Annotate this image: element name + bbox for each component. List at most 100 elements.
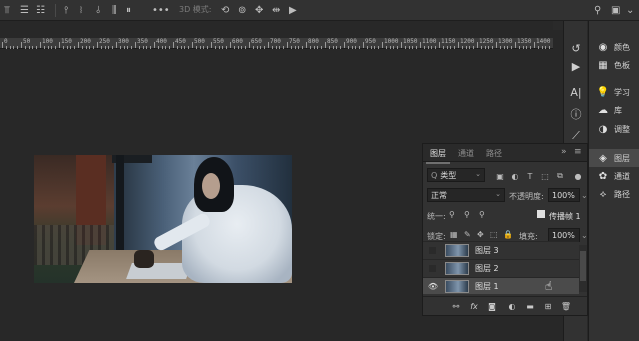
panel-adjustments[interactable]: ◑ 调整 — [589, 120, 639, 138]
distribute-left-icon[interactable]: ⫼ — [112, 3, 117, 17]
unify-visibility-icon[interactable]: ⚲ — [464, 210, 470, 219]
ruler-tick — [268, 42, 269, 48]
ruler-minor-tick — [370, 46, 372, 49]
chevron-down-icon[interactable]: ⌄ — [581, 231, 588, 240]
ruler-minor-tick — [484, 46, 486, 49]
glyphs-icon[interactable]: A| — [564, 83, 588, 101]
more-options-icon[interactable]: ••• — [152, 3, 170, 17]
ruler-minor-tick — [195, 46, 197, 49]
ruler-minor-tick — [85, 46, 87, 49]
ruler-minor-tick — [389, 46, 391, 49]
align-top-icon[interactable]: ⫪ — [4, 3, 10, 17]
layer-row-1[interactable]: 👁 图层 1 — [423, 277, 579, 294]
new-group-icon[interactable]: ▬ — [525, 301, 535, 311]
ruler-label: 500 — [194, 38, 205, 45]
align-bottom-icon[interactable]: ☷ — [36, 3, 45, 17]
distribute-top-icon[interactable]: ⫯ — [64, 3, 68, 17]
lock-position-icon[interactable]: ✥ — [477, 230, 484, 239]
visibility-toggle[interactable] — [429, 247, 436, 254]
canvas-image[interactable] — [34, 155, 292, 283]
horizontal-ruler[interactable]: 0 50 100 150 200 250 300 350 400 450 500 550 600 650 7… — [0, 38, 553, 49]
delete-layer-icon[interactable]: 🗑 — [561, 301, 571, 311]
ruler-label: 1350 — [517, 38, 532, 45]
tab-paths[interactable]: 路径 — [486, 148, 502, 159]
chevron-down-icon[interactable]: ⌄ — [626, 3, 634, 17]
mode-3d-label: 3D 模式: — [179, 5, 212, 14]
search-icon[interactable]: ⚲ — [594, 3, 601, 17]
layer-row-3[interactable]: 图层 3 — [423, 241, 579, 258]
distribute-vcenter-icon[interactable]: ⧘ — [80, 3, 82, 17]
3d-slide-icon[interactable]: ⇹ — [272, 3, 280, 17]
new-layer-icon[interactable]: ⊞ — [543, 301, 553, 311]
lock-image-icon[interactable]: ✎ — [464, 230, 471, 239]
distribute-bottom-icon[interactable]: ⫰ — [96, 3, 100, 17]
panel-menu-icon[interactable]: ≡ — [574, 147, 582, 157]
unify-style-icon[interactable]: ⚲ — [479, 210, 485, 219]
filter-smartobject-icon[interactable]: ⧉ — [555, 171, 565, 181]
panel-paths[interactable]: ⟡ 路径 — [589, 185, 639, 203]
align-vcenter-icon[interactable]: ☰ — [20, 3, 29, 17]
filter-toggle-icon[interactable]: ● — [573, 171, 583, 181]
ruler-label: 1300 — [498, 38, 513, 45]
workspace-icon[interactable]: ▣ — [611, 3, 620, 17]
filter-adjustment-icon[interactable]: ◐ — [510, 171, 520, 181]
filter-pixel-icon[interactable]: ▣ — [495, 171, 505, 181]
unify-position-icon[interactable]: ⚲ — [449, 210, 455, 219]
fill-input[interactable]: 100% — [548, 228, 580, 242]
ruler-minor-tick — [66, 46, 68, 49]
lock-all-icon[interactable]: 🔒 — [503, 230, 513, 239]
panel-swatches[interactable]: ▦ 色板 — [589, 56, 639, 74]
blend-mode-select[interactable]: 正常 ⌄ — [427, 188, 505, 202]
lock-artboard-icon[interactable]: ⬚ — [490, 230, 498, 239]
ruler-label: 700 — [270, 38, 281, 45]
ruler-minor-tick — [423, 46, 425, 49]
3d-pan-icon[interactable]: ✥ — [255, 3, 263, 17]
layer-filter-select[interactable]: Q 类型 ⌄ — [427, 168, 485, 182]
ruler-minor-tick — [245, 46, 247, 49]
ruler-minor-tick — [321, 46, 323, 49]
layer-name: 图层 2 — [475, 264, 499, 273]
ruler-minor-tick — [180, 46, 182, 49]
scrollbar-thumb[interactable] — [580, 251, 586, 281]
panel-libraries[interactable]: ☁ 库 — [589, 101, 639, 119]
lock-transparent-icon[interactable]: ▦ — [450, 230, 458, 239]
visibility-toggle[interactable] — [429, 265, 436, 272]
opacity-input[interactable]: 100% — [548, 188, 580, 202]
3d-scale-icon[interactable]: ▶ — [289, 3, 297, 17]
filter-shape-icon[interactable]: ⬚ — [540, 171, 550, 181]
collapse-icon[interactable]: » — [561, 147, 567, 157]
ruler-tick — [363, 42, 364, 48]
ruler-tick — [401, 42, 402, 48]
panel-layers[interactable]: ◈ 图层 — [589, 149, 639, 167]
ruler-minor-tick — [408, 46, 410, 49]
3d-orbit-icon[interactable]: ⟲ — [221, 3, 229, 17]
panel-channels[interactable]: ✿ 通道 — [589, 167, 639, 185]
ruler-label: 1000 — [384, 38, 399, 45]
ruler-label: 850 — [327, 38, 338, 45]
distribute-hcenter-icon[interactable]: ⏸ — [126, 3, 131, 17]
ruler-minor-tick — [142, 46, 144, 49]
panel-color[interactable]: ◉ 颜色 — [589, 38, 639, 56]
history-icon[interactable]: ↺ — [564, 39, 588, 57]
ruler-minor-tick — [404, 46, 406, 49]
tab-channels[interactable]: 通道 — [458, 148, 474, 159]
tab-layers[interactable]: 图层 — [426, 148, 450, 164]
propagate-checkbox[interactable] — [537, 210, 545, 218]
chevron-down-icon[interactable]: ⌄ — [581, 191, 588, 200]
new-adjustment-icon[interactable]: ◐ — [507, 301, 517, 311]
3d-roll-icon[interactable]: ⊚ — [238, 3, 246, 17]
info-icon[interactable]: ⓘ — [564, 105, 588, 123]
filter-type-icon[interactable]: T — [525, 171, 535, 181]
eye-icon[interactable]: 👁 — [428, 281, 438, 291]
ruler-label: 750 — [289, 38, 300, 45]
ruler-tick — [287, 42, 288, 48]
panel-learn[interactable]: 💡 学习 — [589, 83, 639, 101]
ruler-minor-tick — [161, 46, 163, 49]
add-mask-icon[interactable]: ◙ — [487, 301, 497, 311]
fx-icon[interactable]: fx — [469, 301, 479, 311]
actions-play-icon[interactable]: ▶ — [564, 57, 588, 75]
ruler-minor-tick — [28, 46, 30, 49]
layers-scrollbar[interactable] — [579, 245, 587, 292]
link-layers-icon[interactable]: ⚯ — [451, 301, 461, 311]
layer-row-2[interactable]: 图层 2 — [423, 259, 579, 276]
